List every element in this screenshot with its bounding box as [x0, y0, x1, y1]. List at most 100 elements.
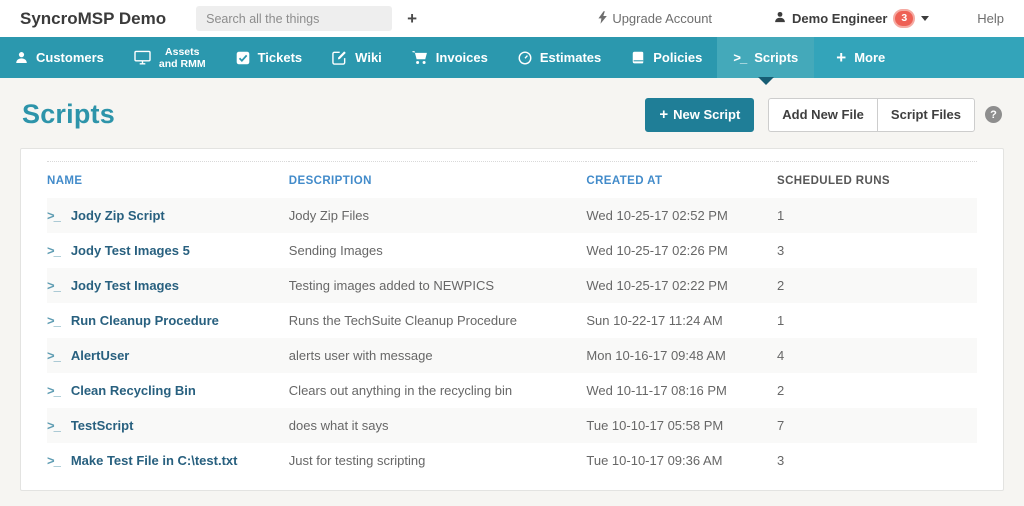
script-created-at: Tue 10-10-17 09:36 AM: [586, 452, 723, 468]
column-header-created-at[interactable]: CREATED AT: [586, 161, 777, 198]
terminal-icon: >_: [47, 277, 61, 293]
scripts-card: NAME DESCRIPTION CREATED AT SCHEDULED RU…: [20, 147, 1004, 491]
user-name-label: Demo Engineer: [792, 11, 888, 26]
help-icon[interactable]: ?: [985, 106, 1002, 124]
nav-label: Wiki: [355, 50, 382, 65]
script-description: Sending Images: [288, 242, 383, 258]
terminal-icon: >_: [47, 207, 61, 223]
script-description: Just for testing scripting: [288, 452, 426, 468]
script-name-link[interactable]: Jody Test Images: [71, 278, 179, 293]
cart-icon: [412, 50, 428, 65]
script-scheduled-runs: 1: [777, 207, 785, 223]
script-description: Clears out anything in the recycling bin: [288, 382, 513, 398]
table-row: >_ Jody Zip Script Jody Zip Files Wed 10…: [47, 197, 977, 233]
new-script-button[interactable]: + New Script: [645, 98, 755, 132]
script-description: does what it says: [288, 417, 389, 433]
script-files-button[interactable]: Script Files: [876, 98, 975, 132]
main-nav: Customers Assets and RMM Tickets Wiki In…: [0, 37, 1024, 85]
scripts-table: NAME DESCRIPTION CREATED AT SCHEDULED RU…: [47, 160, 977, 478]
script-name-link[interactable]: Jody Test Images 5: [71, 243, 190, 258]
brand-logo[interactable]: SyncroMSP Demo: [20, 9, 166, 29]
user-menu[interactable]: Demo Engineer 3: [774, 9, 930, 28]
clock-icon: [518, 51, 532, 65]
notification-badge: 3: [893, 9, 916, 28]
script-created-at: Wed 10-25-17 02:52 PM: [586, 207, 728, 223]
nav-item-estimates[interactable]: Estimates: [503, 37, 616, 78]
nav-item-wiki[interactable]: Wiki: [317, 37, 397, 78]
nav-label: Policies: [653, 50, 703, 65]
script-name-link[interactable]: Clean Recycling Bin: [71, 383, 196, 398]
column-header-description[interactable]: DESCRIPTION: [289, 161, 587, 198]
active-tab-pointer: [757, 77, 774, 85]
nav-label: Scripts: [754, 50, 799, 65]
table-header-row: NAME DESCRIPTION CREATED AT SCHEDULED RU…: [47, 161, 977, 198]
nav-label: More: [854, 50, 886, 65]
search-input[interactable]: [196, 6, 393, 31]
nav-item-scripts[interactable]: >_ Scripts: [717, 37, 815, 85]
script-created-at: Tue 10-10-17 05:58 PM: [586, 417, 724, 433]
script-description: Jody Zip Files: [288, 207, 369, 223]
script-description: Testing images added to NEWPICS: [288, 277, 495, 293]
nav-item-assets-rmm[interactable]: Assets and RMM: [119, 37, 221, 78]
script-name-link[interactable]: AlertUser: [71, 348, 130, 363]
script-scheduled-runs: 1: [777, 312, 785, 328]
column-header-name[interactable]: NAME: [47, 161, 289, 198]
table-row: >_ Make Test File in C:\test.txt Just fo…: [47, 443, 977, 478]
quick-add-button[interactable]: +: [407, 10, 417, 27]
plus-icon: +: [836, 48, 847, 67]
nav-item-invoices[interactable]: Invoices: [397, 37, 503, 78]
monitor-icon: [134, 50, 151, 65]
script-created-at: Wed 10-25-17 02:26 PM: [586, 242, 728, 258]
user-icon: [774, 11, 786, 26]
script-created-at: Wed 10-25-17 02:22 PM: [586, 277, 728, 293]
upgrade-account-link[interactable]: Upgrade Account: [598, 10, 713, 27]
script-scheduled-runs: 3: [777, 452, 785, 468]
nav-item-tickets[interactable]: Tickets: [221, 37, 318, 78]
book-icon: [631, 51, 645, 65]
table-row: >_ Jody Test Images Testing images added…: [47, 267, 977, 303]
script-name-link[interactable]: Run Cleanup Procedure: [71, 313, 219, 328]
edit-icon: [332, 50, 347, 65]
table-row: >_ Jody Test Images 5 Sending Images Wed…: [47, 233, 977, 268]
script-created-at: Wed 10-11-17 08:16 PM: [586, 382, 727, 398]
nav-label: Customers: [36, 50, 104, 65]
script-created-at: Sun 10-22-17 11:24 AM: [586, 312, 723, 328]
script-created-at: Mon 10-16-17 09:48 AM: [586, 347, 726, 363]
nav-item-customers[interactable]: Customers: [0, 37, 119, 78]
nav-item-more[interactable]: + More: [814, 49, 907, 66]
table-row: >_ Clean Recycling Bin Clears out anythi…: [47, 373, 977, 408]
lightning-icon: [598, 10, 608, 27]
plus-icon: +: [659, 106, 669, 124]
script-scheduled-runs: 4: [777, 347, 785, 363]
terminal-icon: >_: [47, 382, 61, 398]
nav-label: Estimates: [539, 50, 602, 65]
topbar: SyncroMSP Demo + Upgrade Account Demo En…: [0, 0, 1024, 37]
table-row: >_ Run Cleanup Procedure Runs the TechSu…: [47, 303, 977, 338]
column-header-scheduled-runs: SCHEDULED RUNS: [777, 174, 890, 187]
script-name-link[interactable]: Make Test File in C:\test.txt: [71, 453, 238, 468]
script-scheduled-runs: 2: [777, 382, 785, 398]
terminal-icon: >_: [47, 417, 61, 433]
terminal-icon: >_: [47, 452, 61, 468]
help-link[interactable]: Help: [977, 11, 1004, 26]
upgrade-account-label: Upgrade Account: [612, 11, 713, 26]
nav-item-policies[interactable]: Policies: [616, 37, 717, 78]
script-scheduled-runs: 7: [777, 417, 785, 433]
script-description: alerts user with message: [288, 347, 433, 363]
script-description: Runs the TechSuite Cleanup Procedure: [288, 312, 517, 328]
table-row: >_ TestScript does what it says Tue 10-1…: [47, 407, 977, 443]
script-name-link[interactable]: Jody Zip Script: [71, 208, 165, 223]
page-heading: Scripts + New Script Add New File Script…: [0, 78, 1024, 148]
terminal-icon: >_: [47, 312, 61, 328]
script-scheduled-runs: 3: [777, 242, 785, 258]
person-icon: [15, 51, 28, 64]
add-new-file-button[interactable]: Add New File: [768, 98, 877, 132]
terminal-icon: >_: [733, 50, 747, 65]
script-name-link[interactable]: TestScript: [71, 418, 134, 433]
nav-label: Invoices: [435, 50, 488, 65]
nav-label: Tickets: [257, 50, 303, 65]
new-script-label: New Script: [673, 107, 741, 122]
page-title: Scripts: [22, 99, 115, 130]
chevron-down-icon: [921, 16, 930, 21]
table-row: >_ AlertUser alerts user with message Mo…: [47, 337, 977, 373]
